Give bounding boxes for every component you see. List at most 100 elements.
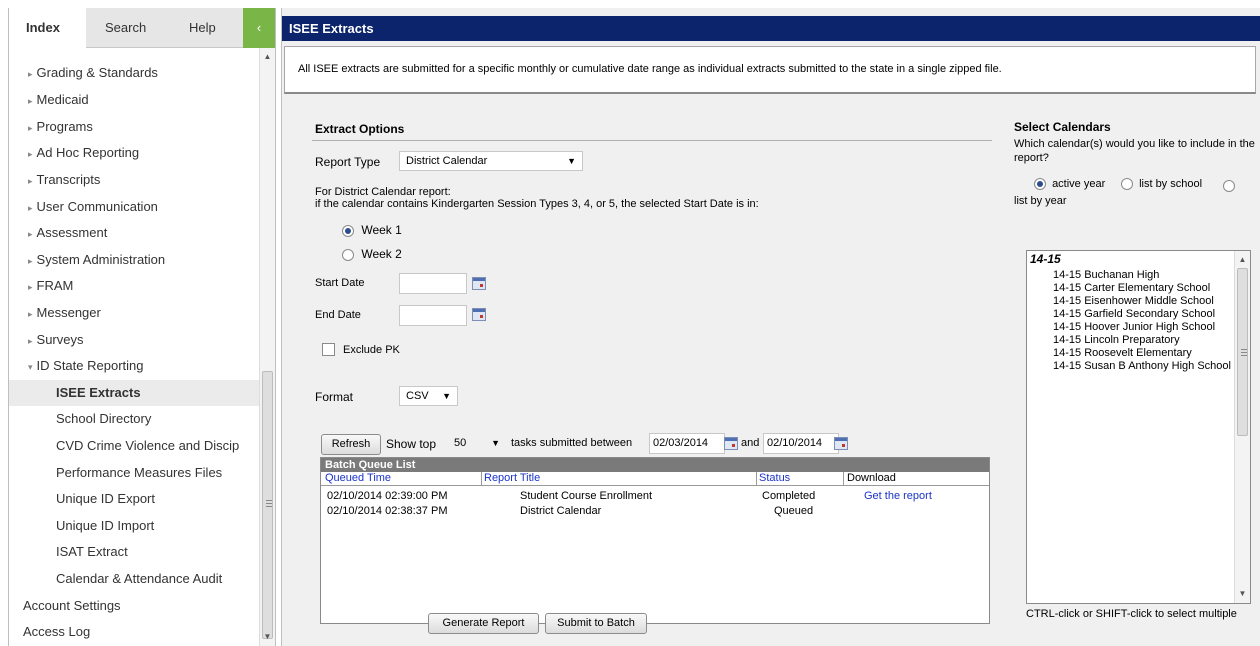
week-1-radio[interactable] — [342, 224, 354, 237]
column-divider — [756, 472, 757, 486]
calendar-item[interactable]: 14-15 Hoover Junior High School — [1053, 321, 1215, 333]
select-calendars-heading: Select Calendars — [1014, 120, 1111, 134]
nav-item-id-state-reporting[interactable]: ▾ ID State Reporting — [9, 353, 259, 379]
queued-time-cell: 02/10/2014 02:38:37 PM — [327, 505, 448, 517]
nav-item-access-log[interactable]: Access Log — [9, 619, 259, 645]
week-2-radio[interactable] — [342, 248, 354, 261]
show-top-label: Show top — [386, 437, 437, 451]
nav-subitem-isat-extract[interactable]: ISAT Extract — [9, 539, 259, 565]
calendar-item[interactable]: 14-15 Buchanan High — [1053, 269, 1159, 281]
week-2-label: Week 2 — [361, 247, 402, 261]
nav-item-label: Messenger — [36, 305, 101, 320]
scroll-up-arrow-icon[interactable]: ▲ — [260, 52, 275, 61]
from-date-calendar-icon[interactable] — [724, 437, 738, 450]
batch-queue-header: Queued Time Report Title Status Download — [321, 472, 989, 486]
tab-index[interactable]: Index — [9, 8, 86, 49]
calendar-item[interactable]: 14-15 Carter Elementary School — [1053, 282, 1210, 294]
nav-subitem-performance-measures[interactable]: Performance Measures Files — [9, 460, 259, 486]
calendar-item[interactable]: 14-15 Lincoln Preparatory — [1053, 334, 1180, 346]
week-1-option[interactable]: Week 1 — [342, 223, 402, 237]
calendar-item[interactable]: 14-15 Roosevelt Elementary — [1053, 347, 1192, 359]
calendar-item[interactable]: 14-15 Eisenhower Middle School — [1053, 295, 1214, 307]
nav-item-transcripts[interactable]: ▸ Transcripts — [9, 167, 259, 193]
nav-item-grading-standards[interactable]: ▸ Grading & Standards — [9, 60, 259, 86]
nav-item-system-administration[interactable]: ▸ System Administration — [9, 247, 259, 273]
kindergarten-note: if the calendar contains Kindergarten Se… — [315, 198, 759, 210]
end-date-calendar-icon[interactable] — [472, 308, 486, 321]
report-type-select[interactable]: District Calendar ▼ — [399, 151, 583, 171]
batch-from-date-field[interactable]: 02/03/2014 — [649, 433, 725, 454]
scroll-down-arrow-icon[interactable]: ▼ — [260, 632, 275, 641]
chevron-down-icon: ▼ — [491, 438, 500, 448]
nav-subitem-school-directory[interactable]: School Directory — [9, 406, 259, 432]
nav-item-fram[interactable]: ▸ FRAM — [9, 273, 259, 299]
list-by-year-radio[interactable] — [1223, 179, 1235, 192]
calendar-list[interactable]: 14-15 14-15 Buchanan High 14-15 Carter E… — [1026, 250, 1251, 604]
expand-icon: ▸ — [28, 69, 33, 79]
nav-subitem-isee-extracts[interactable]: ISEE Extracts — [9, 380, 259, 406]
report-title-cell: Student Course Enrollment — [520, 490, 653, 502]
nav-item-account-settings[interactable]: Account Settings — [9, 593, 259, 619]
queued-time-cell: 02/10/2014 02:39:00 PM — [327, 490, 448, 502]
district-calendar-note: For District Calendar report: — [315, 186, 451, 198]
format-label: Format — [315, 390, 354, 404]
expand-icon: ▸ — [28, 282, 33, 292]
nav-scrollbar[interactable]: ▲ ▼ — [259, 48, 275, 646]
end-date-label: End Date — [315, 309, 361, 321]
format-select[interactable]: CSV ▼ — [399, 386, 458, 406]
nav-subitem-unique-id-export[interactable]: Unique ID Export — [9, 486, 259, 512]
tab-help[interactable]: Help — [189, 8, 216, 48]
and-label: and — [741, 437, 760, 449]
active-year-option[interactable]: active year — [1034, 178, 1105, 191]
nav-item-assessment[interactable]: ▸ Assessment — [9, 220, 259, 246]
exclude-pk-checkbox[interactable] — [322, 343, 335, 356]
chevron-down-icon: ▼ — [442, 391, 451, 401]
active-year-radio[interactable] — [1034, 178, 1046, 191]
nav-item-messenger[interactable]: ▸ Messenger — [9, 300, 259, 326]
nav-item-user-communication[interactable]: ▸ User Communication — [9, 194, 259, 220]
nav-subitem-unique-id-import[interactable]: Unique ID Import — [9, 513, 259, 539]
expand-icon: ▸ — [28, 336, 33, 346]
nav-item-ad-hoc-reporting[interactable]: ▸ Ad Hoc Reporting — [9, 140, 259, 166]
tab-search[interactable]: Search — [105, 8, 146, 48]
submit-to-batch-button[interactable]: Submit to Batch — [545, 613, 647, 634]
collapse-nav-button[interactable]: ‹ — [243, 8, 275, 48]
report-type-value: District Calendar — [406, 155, 488, 167]
info-message: All ISEE extracts are submitted for a sp… — [284, 46, 1256, 94]
grip-icon — [1241, 355, 1247, 356]
nav-item-medicaid[interactable]: ▸ Medicaid — [9, 87, 259, 113]
refresh-button[interactable]: Refresh — [321, 434, 381, 455]
scrollbar-thumb[interactable] — [262, 371, 273, 639]
column-status[interactable]: Status — [759, 472, 790, 485]
end-date-field[interactable] — [399, 305, 467, 326]
nav-item-programs[interactable]: ▸ Programs — [9, 114, 259, 140]
nav-item-surveys[interactable]: ▸ Surveys — [9, 327, 259, 353]
scrollbar-thumb[interactable] — [1237, 268, 1248, 436]
to-date-calendar-icon[interactable] — [834, 437, 848, 450]
scroll-down-arrow-icon[interactable]: ▼ — [1235, 589, 1250, 598]
list-by-school-radio[interactable] — [1121, 178, 1133, 191]
list-by-year-option[interactable] — [1223, 178, 1235, 192]
grip-icon — [1241, 349, 1247, 350]
column-download: Download — [847, 472, 896, 484]
nav-subitem-calendar-attendance-audit[interactable]: Calendar & Attendance Audit — [9, 566, 259, 592]
start-date-calendar-icon[interactable] — [472, 277, 486, 290]
column-report-title[interactable]: Report Title — [484, 472, 540, 485]
week-2-option[interactable]: Week 2 — [342, 247, 402, 261]
generate-report-button[interactable]: Generate Report — [428, 613, 539, 634]
expand-icon: ▸ — [28, 256, 33, 266]
start-date-field[interactable] — [399, 273, 467, 294]
calendar-item[interactable]: 14-15 Susan B Anthony High School — [1053, 360, 1231, 372]
list-by-school-option[interactable]: list by school — [1121, 178, 1202, 191]
scroll-up-arrow-icon[interactable]: ▲ — [1235, 255, 1250, 264]
column-queued-time[interactable]: Queued Time — [325, 472, 391, 485]
column-divider — [843, 472, 844, 486]
nav-item-label: ID State Reporting — [36, 358, 144, 373]
show-top-select[interactable]: 50 ▼ — [448, 434, 506, 454]
calendar-year-group: 14-15 — [1030, 252, 1061, 266]
get-report-link[interactable]: Get the report — [864, 490, 932, 502]
batch-to-date-field[interactable]: 02/10/2014 — [763, 433, 839, 454]
calendar-list-scrollbar[interactable]: ▲ ▼ — [1234, 251, 1250, 603]
nav-subitem-cvd-crime[interactable]: CVD Crime Violence and Discip — [9, 433, 259, 459]
calendar-item[interactable]: 14-15 Garfield Secondary School — [1053, 308, 1215, 320]
